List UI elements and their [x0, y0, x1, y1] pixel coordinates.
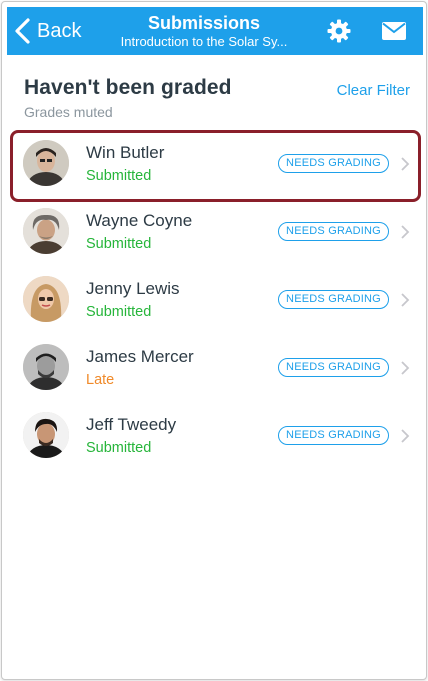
back-button[interactable]: Back [13, 15, 81, 47]
mail-icon[interactable] [382, 22, 406, 40]
student-name: James Mercer [86, 347, 194, 366]
back-label: Back [37, 19, 82, 42]
gear-icon[interactable] [327, 19, 351, 43]
nav-bar: Back Submissions Introduction to the Sol… [7, 7, 423, 55]
nav-subtitle: Introduction to the Solar Sy... [120, 34, 288, 49]
student-name: Win Butler [86, 143, 165, 162]
submission-status: Late [86, 372, 115, 388]
chevron-left-icon [15, 18, 30, 44]
submission-row[interactable]: Jeff Tweedy Submitted NEEDS GRADING [2, 402, 426, 470]
submission-row[interactable]: Jenny Lewis Submitted NEEDS GRADING [2, 266, 426, 334]
nav-title-group: Submissions Introduction to the Solar Sy… [103, 13, 305, 50]
avatar [23, 208, 69, 254]
chevron-right-icon [401, 429, 410, 443]
student-name: Wayne Coyne [86, 211, 193, 230]
submission-row[interactable]: Win Butler Submitted NEEDS GRADING [2, 130, 426, 198]
avatar [23, 276, 69, 322]
submission-list: Win Butler Submitted NEEDS GRADING Wayne… [2, 130, 426, 470]
needs-grading-badge: NEEDS GRADING [278, 358, 389, 377]
submission-row[interactable]: James Mercer Late NEEDS GRADING [2, 334, 426, 402]
chevron-right-icon [401, 293, 410, 307]
submission-status: Submitted [86, 236, 152, 252]
needs-grading-badge: NEEDS GRADING [278, 154, 389, 173]
avatar [23, 140, 69, 186]
chevron-right-icon [401, 361, 410, 375]
submission-status: Submitted [86, 440, 152, 456]
filter-header: Haven't been graded Grades muted Clear F… [24, 76, 410, 120]
student-name: Jenny Lewis [86, 279, 180, 298]
needs-grading-badge: NEEDS GRADING [278, 290, 389, 309]
nav-title: Submissions [147, 13, 261, 33]
filter-subtitle: Grades muted [24, 104, 113, 120]
needs-grading-badge: NEEDS GRADING [278, 222, 389, 241]
submission-status: Submitted [86, 304, 152, 320]
submission-status: Submitted [86, 168, 152, 184]
submission-row[interactable]: Wayne Coyne Submitted NEEDS GRADING [2, 198, 426, 266]
avatar [23, 412, 69, 458]
needs-grading-badge: NEEDS GRADING [278, 426, 389, 445]
chevron-right-icon [401, 157, 410, 171]
chevron-right-icon [401, 225, 410, 239]
app-frame: Back Submissions Introduction to the Sol… [1, 1, 427, 680]
student-name: Jeff Tweedy [86, 415, 177, 434]
avatar [23, 344, 69, 390]
clear-filter-button[interactable]: Clear Filter [337, 82, 410, 99]
